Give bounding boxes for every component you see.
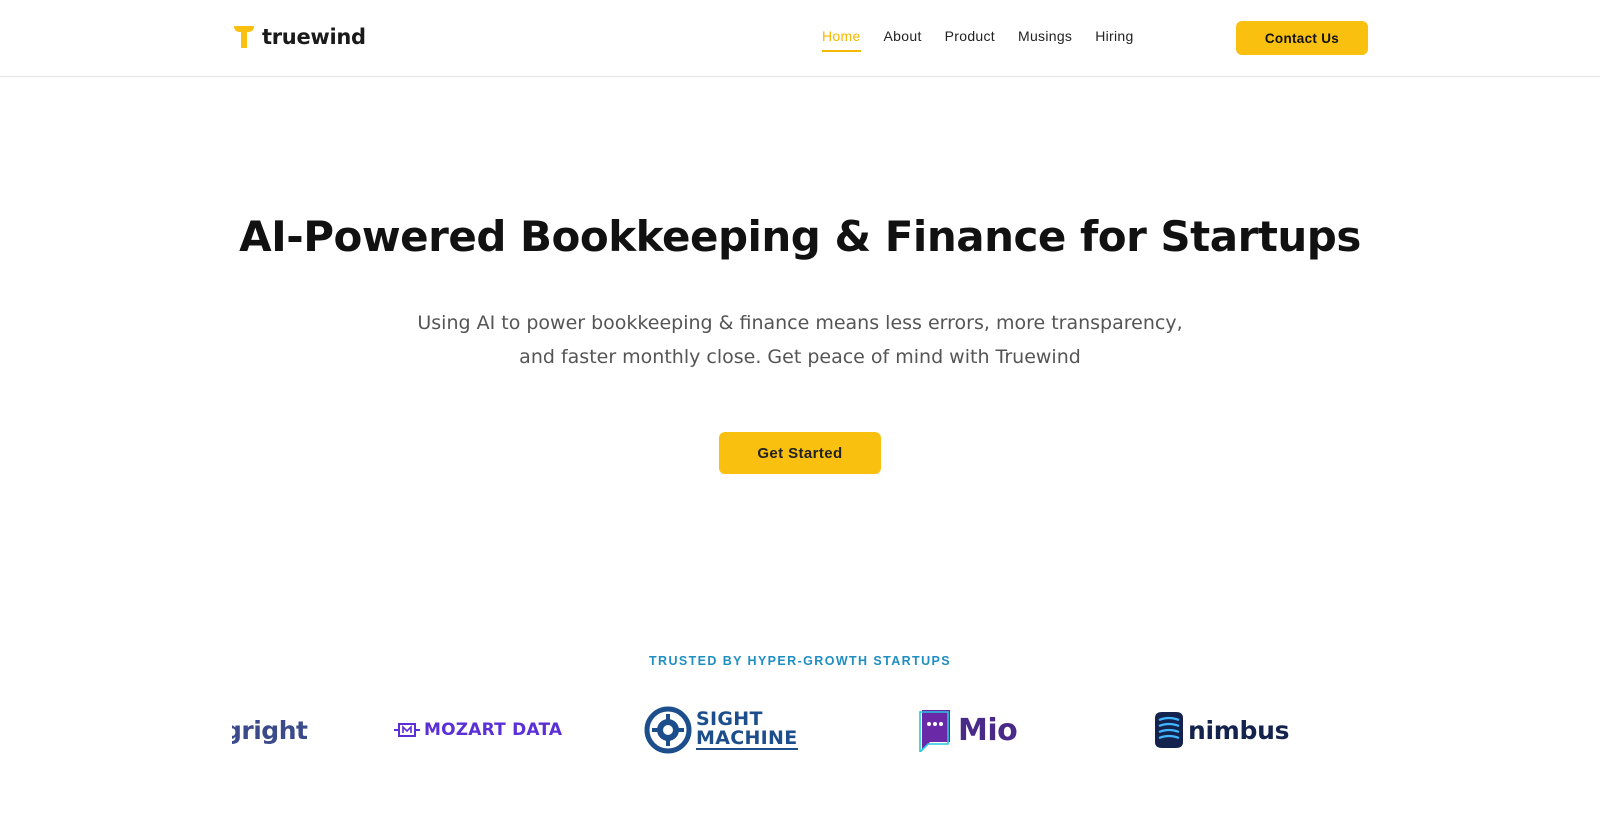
- trusted-heading: TRUSTED BY HYPER-GROWTH STARTUPS: [649, 654, 951, 668]
- truewind-logo[interactable]: truewind: [232, 24, 366, 50]
- sight-machine-text-line-2: MACHINE: [696, 727, 798, 750]
- nav-home[interactable]: Home: [822, 28, 861, 52]
- gear-icon: [644, 706, 692, 754]
- stack-icon: [1155, 712, 1183, 748]
- nimbus-logo: nimbus: [1152, 700, 1290, 760]
- mozart-data-logo: MOZART DATA: [394, 700, 562, 760]
- get-started-button[interactable]: Get Started: [719, 432, 881, 474]
- hero-subtitle: Using AI to power bookkeeping & finance …: [390, 306, 1210, 374]
- mozart-data-icon: [394, 723, 420, 737]
- gright-logo: gright: [232, 700, 308, 760]
- main-nav: Home About Product Musings Hiring: [822, 28, 1157, 52]
- hero-subtitle-line-1: Using AI to power bookkeeping & finance …: [417, 312, 1183, 334]
- sight-machine-logo: SIGHT MACHINE: [644, 700, 798, 760]
- contact-us-button[interactable]: Contact Us: [1236, 21, 1368, 55]
- mozart-data-text: MOZART DATA: [424, 720, 563, 740]
- mio-text: Mio: [958, 712, 1018, 748]
- hero-title: AI-Powered Bookkeeping & Finance for Sta…: [239, 212, 1361, 261]
- hero-subtitle-line-2: and faster monthly close. Get peace of m…: [519, 346, 1081, 368]
- gright-logo-text: gright: [232, 715, 308, 745]
- logo-text: truewind: [262, 25, 366, 49]
- customer-logo-strip: gright MOZART DATA SIGHT MACHINE Mio nim…: [232, 700, 1368, 760]
- site-header: truewind Home About Product Musings Hiri…: [0, 0, 1600, 77]
- nav-musings[interactable]: Musings: [1018, 28, 1072, 52]
- chat-bubble-icon: [919, 710, 950, 752]
- nav-hiring[interactable]: Hiring: [1095, 28, 1133, 52]
- nav-about[interactable]: About: [884, 28, 922, 52]
- nav-product[interactable]: Product: [945, 28, 995, 52]
- mio-logo: Mio: [918, 700, 1018, 760]
- nimbus-text: nimbus: [1188, 715, 1290, 745]
- truewind-t-icon: [232, 24, 256, 50]
